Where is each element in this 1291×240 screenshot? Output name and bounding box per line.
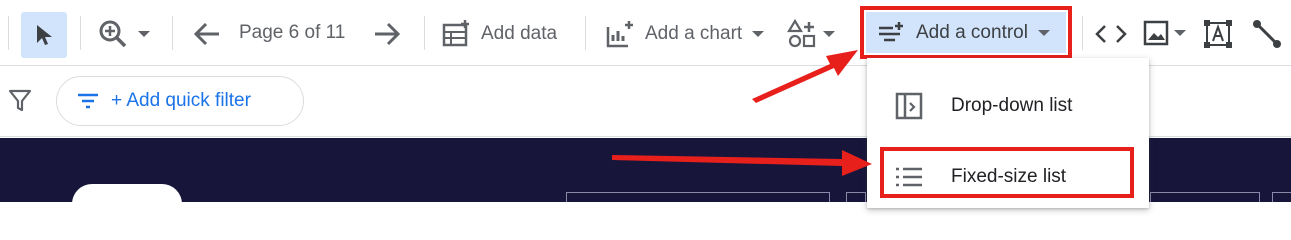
arrow-to-add-control bbox=[752, 50, 858, 103]
arrow-to-fixed-size-list bbox=[612, 150, 872, 176]
annotation-arrows bbox=[612, 50, 872, 176]
